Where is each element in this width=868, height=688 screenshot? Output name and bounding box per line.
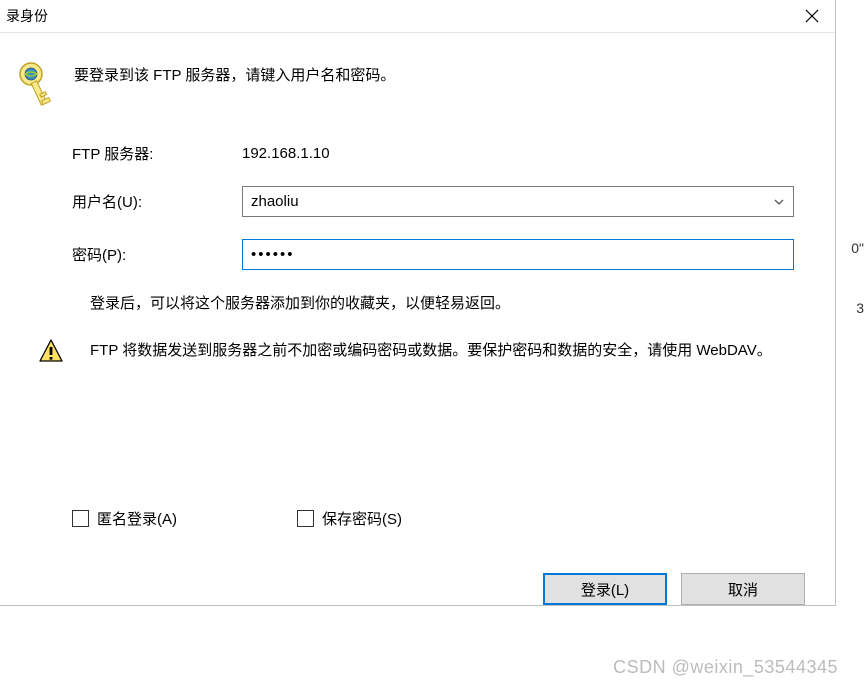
save-password-checkbox[interactable]: 保存密码(S) xyxy=(297,508,402,529)
info-text: 登录后，可以将这个服务器添加到你的收藏夹，以便轻易返回。 xyxy=(90,292,815,316)
header-row: 要登录到该 FTP 服务器，请键入用户名和密码。 xyxy=(18,61,815,109)
anonymous-label: 匿名登录(A) xyxy=(97,508,177,529)
cancel-button[interactable]: 取消 xyxy=(681,573,805,605)
login-dialog: 录身份 要登录到该 FTP 服务器，请键 xyxy=(0,0,836,606)
server-label: FTP 服务器: xyxy=(72,143,242,164)
checkbox-box xyxy=(297,510,314,527)
warning-row: FTP 将数据发送到服务器之前不加密或编码密码或数据。要保护密码和数据的安全，请… xyxy=(38,338,815,364)
login-button[interactable]: 登录(L) xyxy=(543,573,667,605)
password-input[interactable] xyxy=(242,239,794,270)
username-row: 用户名(U): zhaoliu xyxy=(72,186,815,217)
save-password-label: 保存密码(S) xyxy=(322,508,402,529)
close-button[interactable] xyxy=(789,1,835,32)
dialog-body: 要登录到该 FTP 服务器，请键入用户名和密码。 FTP 服务器: 192.16… xyxy=(0,33,835,384)
close-icon xyxy=(805,9,819,23)
password-label: 密码(P): xyxy=(72,244,242,265)
password-row: 密码(P): xyxy=(72,239,815,270)
username-combobox[interactable]: zhaoliu xyxy=(242,186,794,217)
background-fragment: 0" xyxy=(851,240,864,256)
chevron-down-icon xyxy=(773,196,785,208)
button-row: 登录(L) 取消 xyxy=(543,573,805,605)
form-grid: FTP 服务器: 192.168.1.10 用户名(U): zhaoliu 密码… xyxy=(72,143,815,270)
username-label: 用户名(U): xyxy=(72,191,242,212)
username-value: zhaoliu xyxy=(251,193,299,210)
checkbox-row: 匿名登录(A) 保存密码(S) xyxy=(72,508,522,529)
login-button-label: 登录(L) xyxy=(581,579,629,600)
watermark-text: CSDN @weixin_53544345 xyxy=(613,657,838,678)
anonymous-checkbox[interactable]: 匿名登录(A) xyxy=(72,508,177,529)
server-row: FTP 服务器: 192.168.1.10 xyxy=(72,143,815,164)
warning-text: FTP 将数据发送到服务器之前不加密或编码密码或数据。要保护密码和数据的安全，请… xyxy=(90,338,772,364)
server-value: 192.168.1.10 xyxy=(242,145,330,162)
instruction-text: 要登录到该 FTP 服务器，请键入用户名和密码。 xyxy=(74,61,395,86)
titlebar: 录身份 xyxy=(0,0,835,33)
ftp-key-icon xyxy=(18,61,60,109)
background-fragment: 3 xyxy=(856,300,864,316)
cancel-button-label: 取消 xyxy=(728,579,758,600)
warning-icon xyxy=(38,338,64,364)
dialog-title: 录身份 xyxy=(6,6,48,26)
checkbox-box xyxy=(72,510,89,527)
